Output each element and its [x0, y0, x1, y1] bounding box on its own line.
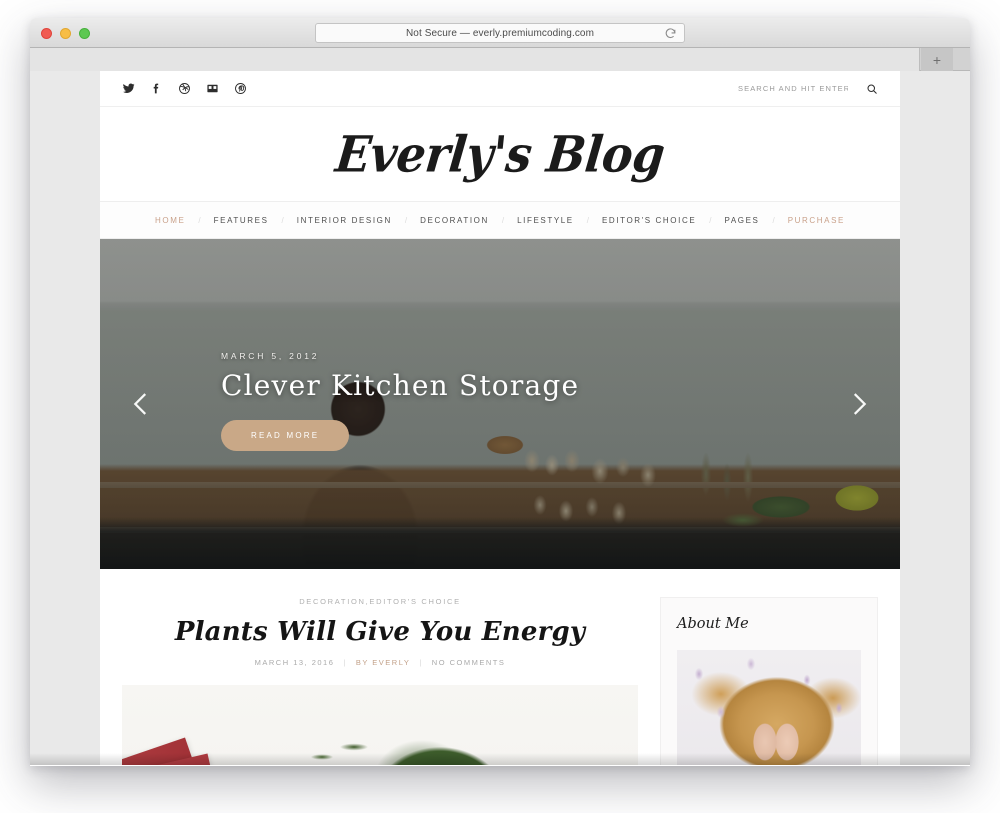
nav-separator: / [404, 215, 408, 225]
minimize-window-button[interactable] [60, 28, 71, 39]
facebook-icon[interactable] [150, 82, 163, 95]
meta-separator: | [419, 658, 423, 667]
nav-separator: / [586, 215, 589, 225]
post-featured-image[interactable] [122, 685, 638, 765]
window-controls [41, 28, 90, 39]
site-header: Everly's Blog [100, 107, 900, 201]
nav-separator: / [501, 215, 505, 225]
slider-next-icon[interactable] [842, 387, 876, 421]
plants-photo [122, 685, 638, 765]
nav-separator: / [772, 215, 775, 225]
about-me-widget: About Me [660, 597, 878, 765]
search-icon[interactable] [866, 83, 878, 95]
post-date: MARCH 13, 2016 [254, 658, 335, 667]
nav-item-pages[interactable]: PAGES [725, 216, 760, 225]
pinterest-icon[interactable] [234, 82, 247, 95]
address-bar-text: Not Secure — everly.premiumcoding.com [405, 27, 595, 39]
sidebar: About Me [660, 597, 878, 765]
flickr-icon[interactable] [206, 82, 219, 95]
nav-item-interior-design[interactable]: INTERIOR DESIGN [297, 216, 392, 225]
page-viewport: Everly's Blog HOME / FEATURES / INTERIOR… [30, 71, 970, 765]
nav-separator: / [281, 215, 284, 225]
site-search [738, 83, 878, 95]
read-more-button[interactable]: READ MORE [221, 420, 350, 451]
dribbble-icon[interactable] [178, 82, 191, 95]
reload-icon[interactable] [664, 27, 677, 40]
browser-titlebar: Not Secure — everly.premiumcoding.com [30, 18, 970, 48]
hero-title[interactable]: Clever Kitchen Storage [221, 369, 579, 402]
nav-separator: / [198, 215, 201, 225]
website-page: Everly's Blog HOME / FEATURES / INTERIOR… [100, 71, 900, 765]
maximize-window-button[interactable] [79, 28, 90, 39]
post-title[interactable]: Plants Will Give You Energy [122, 617, 638, 647]
meta-separator: | [343, 658, 347, 667]
new-tab-button[interactable]: + [921, 48, 953, 71]
nav-item-features[interactable]: FEATURES [214, 216, 269, 225]
post-categories[interactable]: DECORATION,EDITOR'S CHOICE [122, 597, 638, 606]
main-navigation: HOME / FEATURES / INTERIOR DESIGN / DECO… [100, 201, 900, 239]
nav-item-editors-choice[interactable]: EDITOR'S CHOICE [602, 216, 696, 225]
post-meta: MARCH 13, 2016 | BY EVERLY | NO COMMENTS [122, 658, 638, 667]
browser-tab[interactable] [30, 48, 920, 71]
posts-column: DECORATION,EDITOR'S CHOICE Plants Will G… [122, 597, 638, 765]
twitter-icon[interactable] [122, 82, 135, 95]
browser-tabstrip: + [30, 48, 970, 71]
about-photo [677, 650, 861, 765]
site-topbar [100, 71, 900, 107]
close-window-button[interactable] [41, 28, 52, 39]
content-area: DECORATION,EDITOR'S CHOICE Plants Will G… [100, 569, 900, 765]
nav-separator: / [709, 215, 712, 225]
slider-prev-icon[interactable] [124, 387, 158, 421]
social-links [122, 82, 247, 95]
nav-item-purchase[interactable]: PURCHASE [788, 216, 845, 225]
post-comments[interactable]: NO COMMENTS [432, 658, 506, 667]
post-article: DECORATION,EDITOR'S CHOICE Plants Will G… [122, 597, 638, 765]
nav-item-home[interactable]: HOME [155, 216, 185, 225]
nav-item-decoration[interactable]: DECORATION [420, 216, 489, 225]
search-input[interactable] [738, 84, 848, 93]
hero-content: MARCH 5, 2012 Clever Kitchen Storage REA… [221, 351, 579, 451]
site-logo[interactable]: Everly's Blog [333, 125, 667, 183]
about-me-image [677, 650, 861, 765]
nav-item-lifestyle[interactable]: LIFESTYLE [517, 216, 574, 225]
address-bar[interactable]: Not Secure — everly.premiumcoding.com [315, 23, 685, 43]
about-me-title: About Me [677, 616, 749, 632]
hero-slider: MARCH 5, 2012 Clever Kitchen Storage REA… [100, 239, 900, 569]
browser-window: Not Secure — everly.premiumcoding.com + [30, 18, 970, 766]
hero-date: MARCH 5, 2012 [221, 351, 320, 361]
post-author[interactable]: BY EVERLY [356, 658, 411, 667]
